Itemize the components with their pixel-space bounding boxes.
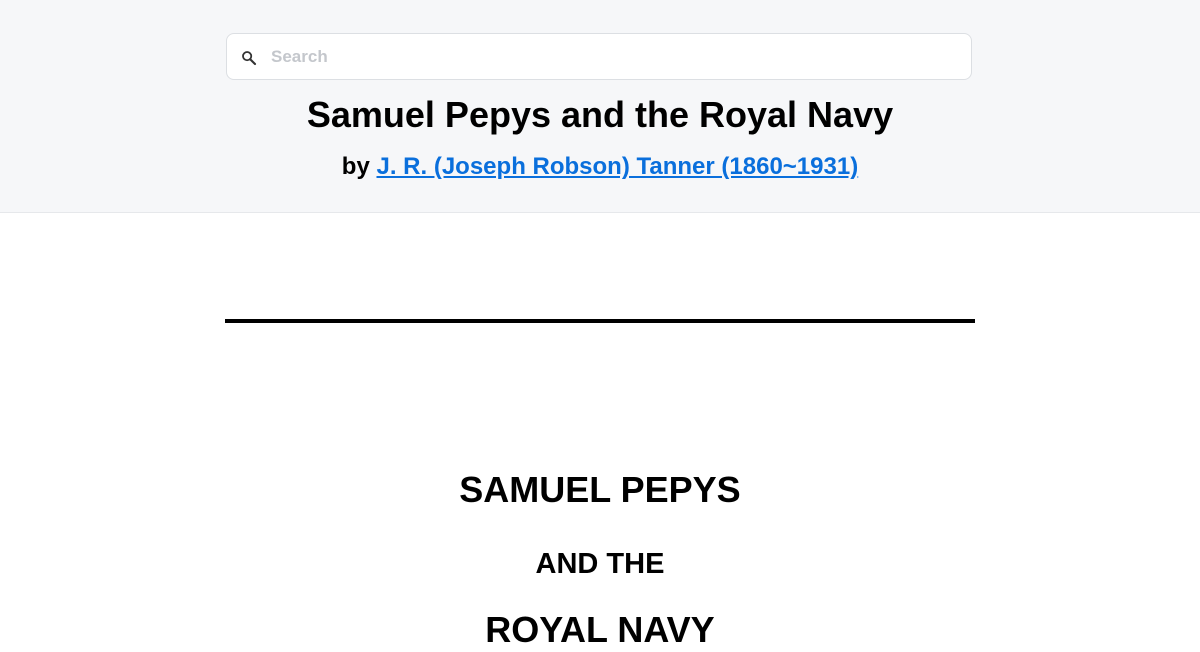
page-title: Samuel Pepys and the Royal Navy xyxy=(306,94,894,135)
search-icon xyxy=(240,49,258,67)
search-input[interactable] xyxy=(271,34,961,79)
author-link[interactable]: J. R. (Joseph Robson) Tanner (1860~1931) xyxy=(376,153,858,180)
header: Samuel Pepys and the Royal Navy by J. R.… xyxy=(0,0,1200,213)
content-heading: SAMUEL PEPYS xyxy=(459,469,741,510)
content-subheading: AND THE xyxy=(535,548,665,580)
by-label: by xyxy=(341,153,377,180)
search-box[interactable] xyxy=(226,33,972,80)
content-heading-continued: ROYAL NAVY xyxy=(485,609,715,650)
horizontal-rule xyxy=(225,319,975,323)
byline: by J. R. (Joseph Robson) Tanner (1860~19… xyxy=(0,152,1200,182)
